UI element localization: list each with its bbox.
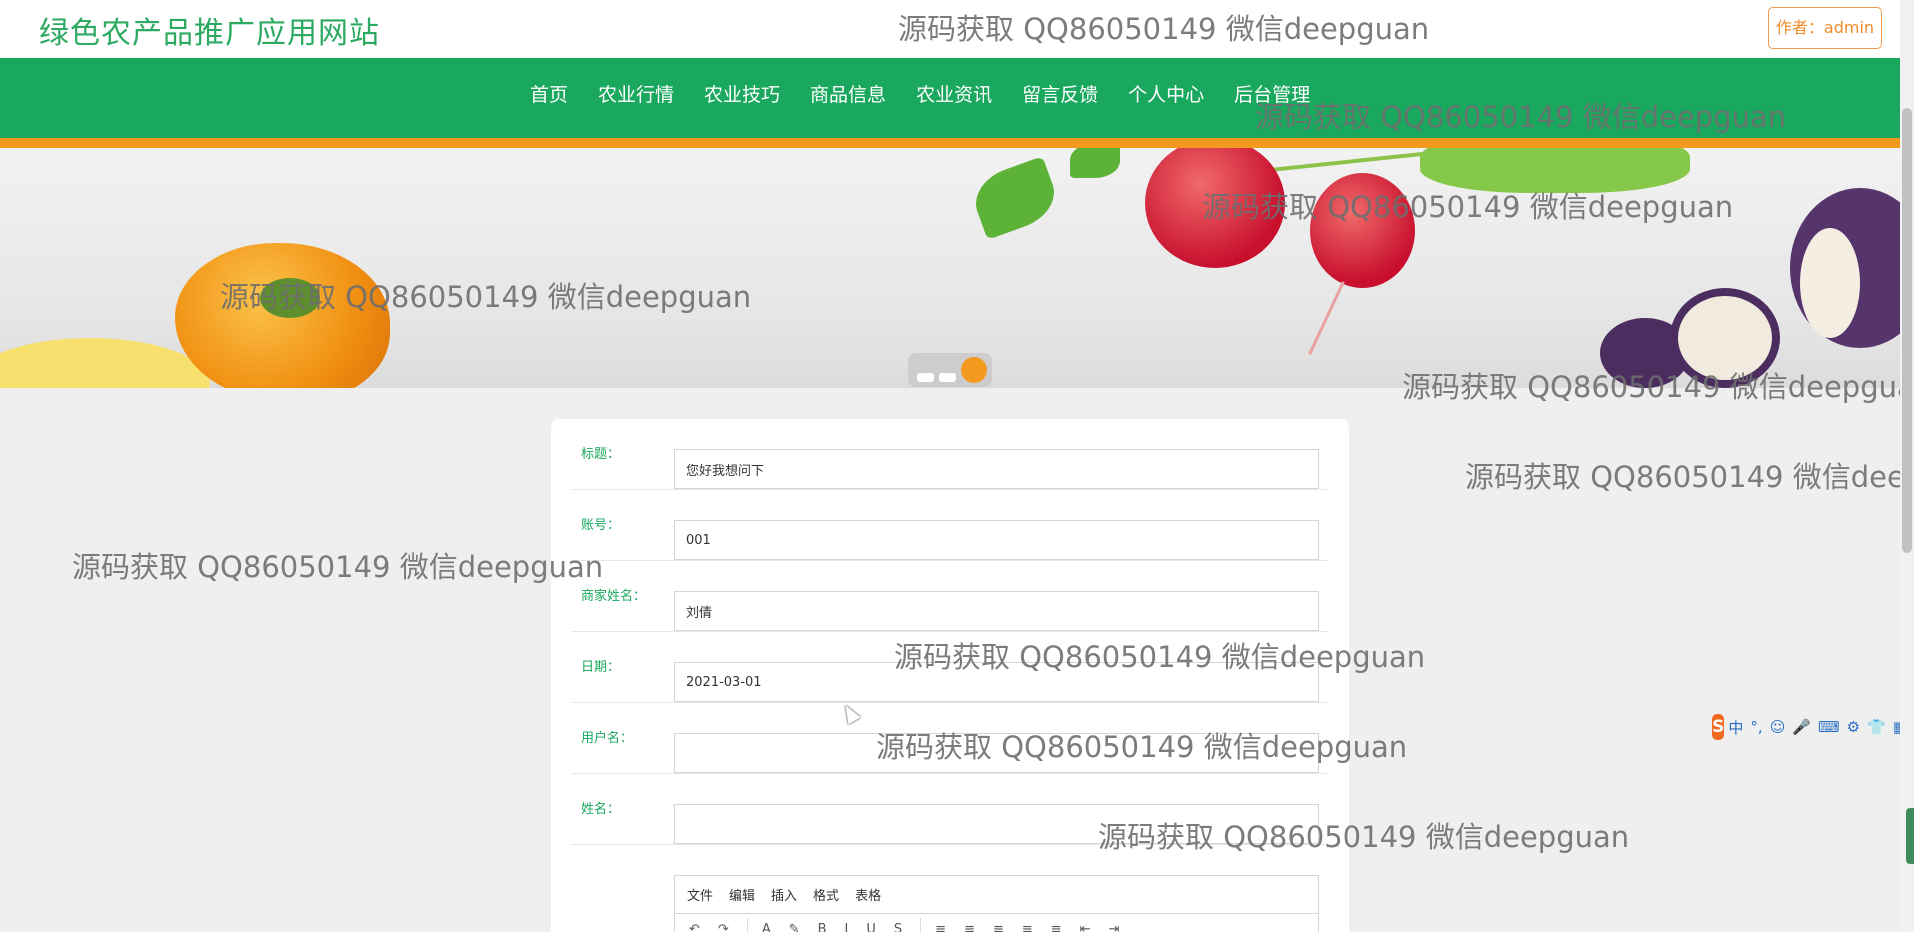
nav-item-admin[interactable]: 后台管理	[1234, 80, 1310, 107]
nav-item-products[interactable]: 商品信息	[810, 80, 886, 107]
align-justify-icon[interactable]: ≡	[1051, 922, 1062, 932]
form-row-merchant: 商家姓名：	[571, 561, 1329, 632]
ime-skin-icon[interactable]: 👕	[1867, 718, 1886, 736]
nav-item-profile[interactable]: 个人中心	[1128, 80, 1204, 107]
bold-icon[interactable]: B	[818, 922, 827, 932]
editor-menu-insert[interactable]: 插入	[771, 885, 797, 904]
indent-icon[interactable]: ⇥	[1109, 922, 1120, 932]
banner-carousel[interactable]	[0, 148, 1914, 388]
title-label: 标题：	[581, 447, 621, 462]
banner-greens-image	[1420, 148, 1690, 193]
carousel-dot[interactable]	[939, 373, 956, 382]
form-row-date: 日期：	[571, 632, 1329, 703]
main-nav: 首页 农业行情 农业技巧 商品信息 农业资讯 留言反馈 个人中心 后台管理	[0, 58, 1914, 138]
italic-icon[interactable]: I	[845, 922, 849, 932]
banner-eggplant-slice	[1670, 288, 1780, 388]
ime-toolbar: S 中 °, ☺ 🎤 ⌨ ⚙ 👕 ▦	[1712, 714, 1914, 740]
ime-emoji-icon[interactable]: ☺	[1770, 718, 1786, 736]
top-bar: 绿色农产品推广应用网站 作者：admin	[0, 0, 1914, 58]
watermark-text: 源码获取 QQ86050149 微信deepguan	[1465, 460, 1914, 494]
editor-menubar: 文件 编辑 插入 格式 表格	[675, 876, 1318, 914]
author-button[interactable]: 作者：admin	[1768, 7, 1882, 49]
redo-icon[interactable]: ↷	[718, 922, 729, 932]
watermark-text: 源码获取 QQ86050149 微信deepguan	[72, 550, 604, 584]
underline-icon[interactable]: U	[866, 922, 876, 932]
site-title[interactable]: 绿色农产品推广应用网站	[39, 8, 380, 52]
name-field[interactable]	[674, 804, 1319, 844]
editor-menu-table[interactable]: 表格	[855, 885, 881, 904]
ime-punctuation-icon[interactable]: °,	[1750, 718, 1762, 736]
date-label: 日期：	[581, 660, 621, 675]
rich-text-editor[interactable]: 文件 编辑 插入 格式 表格 ↶ ↷ A ✎ B I U S ≡ ≡ ≡ ≡ ≡…	[674, 875, 1319, 932]
editor-menu-format[interactable]: 格式	[813, 885, 839, 904]
undo-icon[interactable]: ↶	[689, 922, 700, 932]
ime-chinese-mode-icon[interactable]: 中	[1728, 717, 1743, 738]
username-field[interactable]	[674, 733, 1319, 773]
ime-logo-icon[interactable]: S	[1712, 714, 1725, 740]
banner-leaf-image	[1070, 148, 1120, 178]
merchant-name-field[interactable]	[674, 591, 1319, 631]
toolbar-divider	[920, 918, 922, 932]
merchant-name-label: 商家姓名：	[581, 589, 647, 604]
form-row-name: 姓名：	[571, 774, 1329, 845]
username-label: 用户名：	[581, 731, 634, 746]
editor-toolbar: ↶ ↷ A ✎ B I U S ≡ ≡ ≡ ≡ ≡ ⇤ ⇥	[675, 914, 1318, 932]
editor-menu-edit[interactable]: 编辑	[729, 885, 755, 904]
list-icon[interactable]: ≡	[935, 922, 946, 932]
align-center-icon[interactable]: ≡	[993, 922, 1004, 932]
nav-item-home[interactable]: 首页	[530, 80, 568, 107]
nav-list: 首页 农业行情 农业技巧 商品信息 农业资讯 留言反馈 个人中心 后台管理	[530, 80, 1340, 107]
form-row-account: 账号：	[571, 490, 1329, 561]
side-float-handle[interactable]	[1906, 808, 1914, 864]
banner-eggplant-cut	[1800, 228, 1860, 338]
banner-radish-image	[1310, 173, 1415, 288]
toolbar-divider	[746, 918, 748, 932]
date-field[interactable]	[674, 662, 1319, 702]
highlight-icon[interactable]: ✎	[789, 922, 800, 932]
carousel-dot[interactable]	[917, 373, 934, 382]
form-row-username: 用户名：	[571, 703, 1329, 774]
page-scrollbar[interactable]	[1900, 0, 1914, 932]
banner-pepper-image	[0, 338, 210, 388]
banner-radish-image	[1145, 148, 1285, 268]
nav-item-tips[interactable]: 农业技巧	[704, 80, 780, 107]
name-label: 姓名：	[581, 802, 621, 817]
strikethrough-icon[interactable]: S	[894, 922, 902, 932]
outdent-icon[interactable]: ⇤	[1080, 922, 1091, 932]
form-row-title: 标题：	[571, 419, 1329, 490]
banner-radish-root	[1308, 281, 1345, 355]
ime-voice-icon[interactable]: 🎤	[1792, 718, 1811, 736]
nav-item-news[interactable]: 农业资讯	[916, 80, 992, 107]
nav-item-market[interactable]: 农业行情	[598, 80, 674, 107]
message-form: 标题： 账号： 商家姓名： 日期： 用户名： 姓名： 文件 编辑 插入 格式 表…	[551, 419, 1349, 932]
ime-settings-icon[interactable]: ⚙	[1847, 718, 1860, 736]
align-right-icon[interactable]: ≡	[1022, 922, 1033, 932]
align-left-icon[interactable]: ≡	[964, 922, 975, 932]
banner-leaf-image	[967, 156, 1063, 240]
account-label: 账号：	[581, 518, 621, 533]
font-color-icon[interactable]: A	[762, 922, 771, 932]
scrollbar-thumb[interactable]	[1902, 108, 1912, 553]
title-field[interactable]	[674, 449, 1319, 489]
editor-menu-file[interactable]: 文件	[687, 885, 713, 904]
carousel-dot-active[interactable]	[961, 357, 987, 383]
carousel-indicators	[908, 353, 992, 387]
account-field[interactable]	[674, 520, 1319, 560]
ime-keyboard-icon[interactable]: ⌨	[1818, 718, 1840, 736]
nav-accent-stripe	[0, 138, 1914, 148]
banner-pepper-stem	[260, 278, 320, 318]
nav-item-feedback[interactable]: 留言反馈	[1022, 80, 1098, 107]
